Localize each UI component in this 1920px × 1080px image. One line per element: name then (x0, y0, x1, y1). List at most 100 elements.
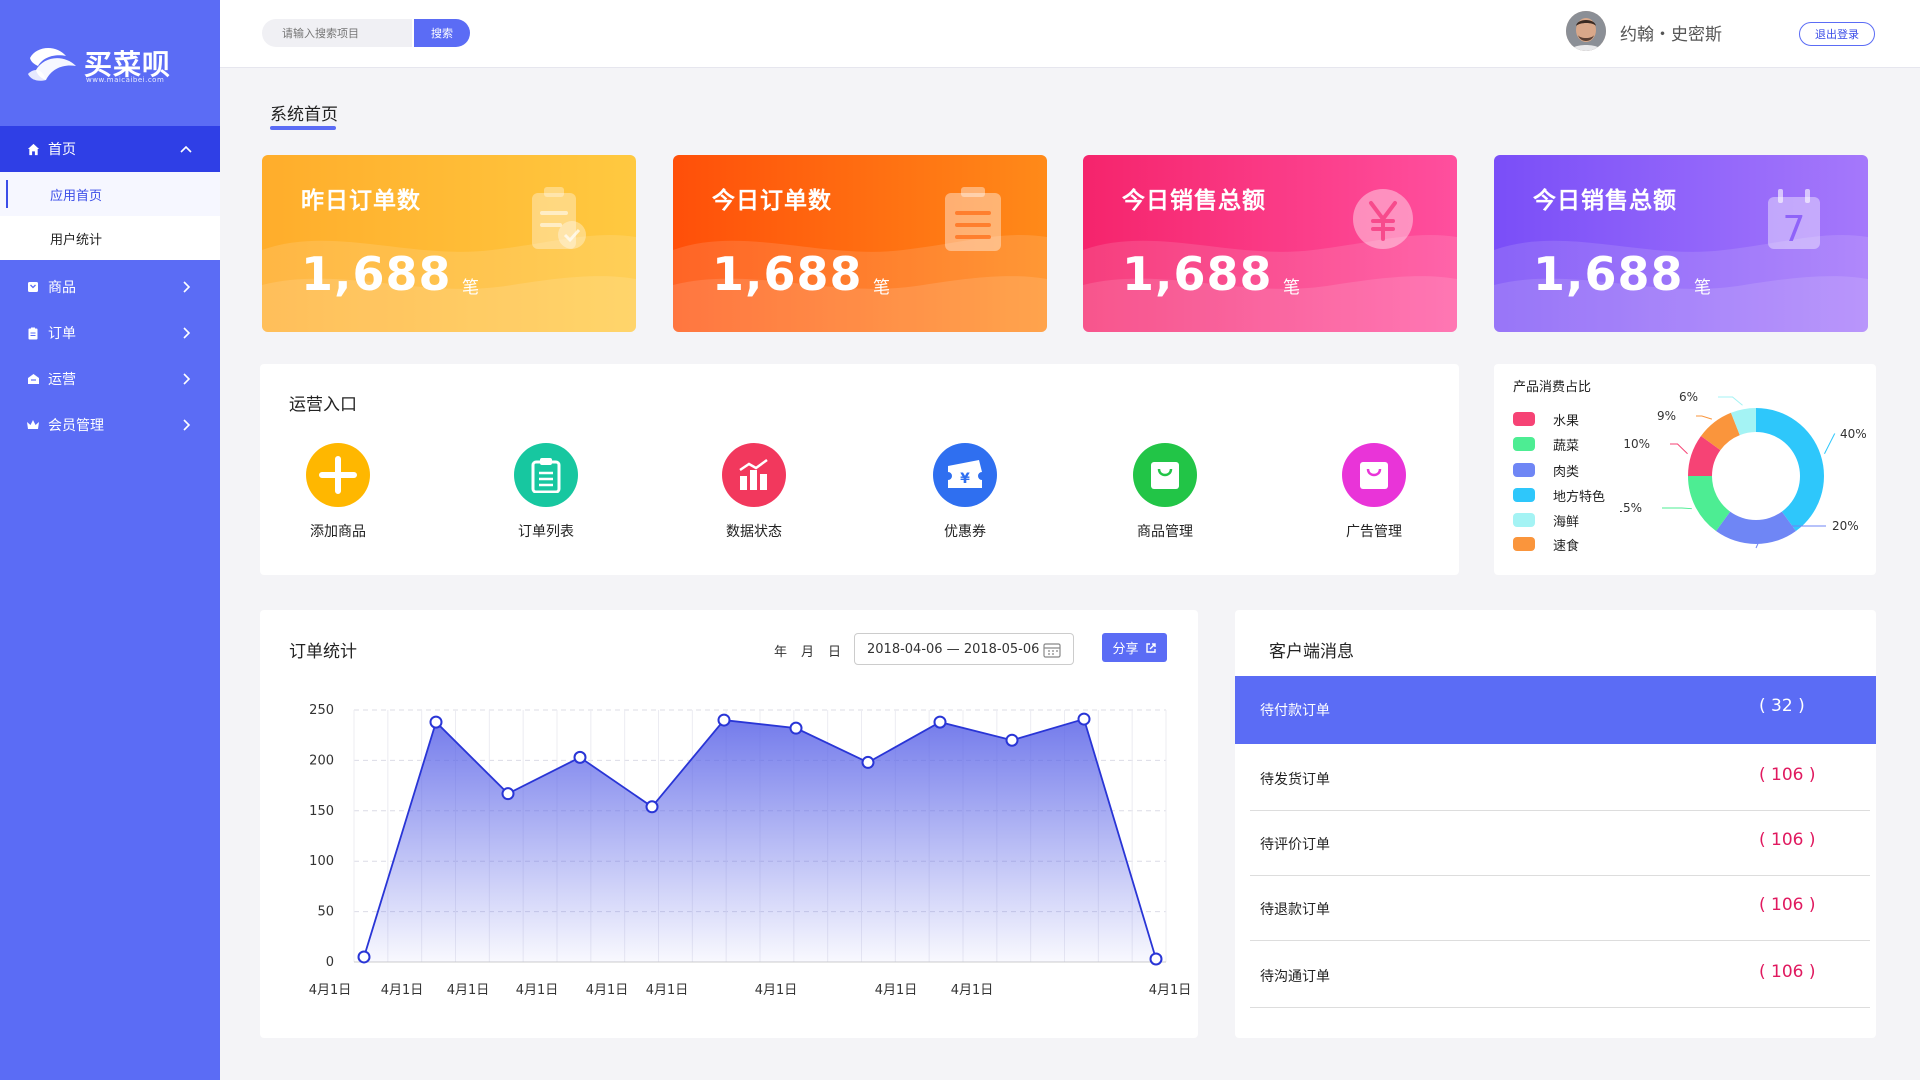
message-label: 待沟通订单 (1260, 969, 1330, 985)
sidebar-submenu: 应用首页 用户统计 (0, 172, 220, 260)
x-tick-label: 4月1日 (755, 983, 798, 998)
search-button[interactable]: 搜索 (414, 19, 470, 47)
sidebar-subitem-app-home[interactable]: 应用首页 (0, 172, 220, 216)
date-range-value: 2018-04-06 — 2018-05-06 (867, 641, 1040, 657)
sidebar-item-goods[interactable]: 商品 (0, 264, 220, 310)
yen-icon (1353, 189, 1413, 249)
stat-title: 今日销售总额 (1533, 188, 1677, 214)
message-label: 待退款订单 (1260, 902, 1330, 918)
legend-item: 速食 (1513, 536, 1579, 554)
calendar-icon (1043, 643, 1061, 658)
x-tick-label: 4月1日 (646, 983, 689, 998)
message-row-pending-payment[interactable]: 待付款订单 ( 32 ) (1235, 676, 1876, 744)
sidebar-item-label: 首页 (48, 142, 76, 158)
leaf-logo-icon (28, 47, 76, 81)
legend-item: 海鲜 (1513, 512, 1579, 530)
x-tick-label: 4月1日 (875, 983, 918, 998)
entry-add-goods[interactable]: 添加商品 (283, 443, 393, 543)
donut-percent-label: 40% (1840, 427, 1867, 441)
entry-coupons[interactable]: ¥ 优惠券 (910, 443, 1020, 543)
tab-month[interactable]: 月 (801, 641, 814, 660)
stat-value: 1,688 (1122, 247, 1273, 301)
order-icon (26, 326, 40, 340)
chevron-right-icon (183, 419, 191, 431)
donut-leader-line (1696, 415, 1713, 420)
donut-leader-line (1824, 433, 1836, 454)
page-title: 系统首页 (270, 105, 338, 125)
bag-icon (1342, 443, 1406, 507)
stat-title: 昨日订单数 (301, 188, 421, 214)
y-tick-label: 100 (309, 854, 334, 869)
entry-data-status[interactable]: 数据状态 (699, 443, 809, 543)
date-range-picker[interactable]: 2018-04-06 — 2018-05-06 (854, 633, 1074, 665)
donut-leader-line (1662, 507, 1692, 510)
data-point (501, 787, 515, 801)
legend-swatch (1513, 463, 1535, 477)
sidebar-item-label: 商品 (48, 280, 76, 296)
order-stats-title: 订单统计 (289, 642, 357, 662)
bar-chart-icon (722, 443, 786, 507)
bag-icon (1133, 443, 1197, 507)
legend-swatch (1513, 488, 1535, 502)
donut-leader-line (1718, 396, 1743, 406)
x-tick-label: 4月1日 (586, 983, 629, 998)
message-count: ( 106 ) (1759, 962, 1816, 982)
stat-value: 1,688 (712, 247, 863, 301)
entry-ad-management[interactable]: 广告管理 (1319, 443, 1429, 543)
entry-label: 订单列表 (518, 524, 574, 540)
message-label: 待付款订单 (1260, 703, 1330, 719)
entry-goods-management[interactable]: 商品管理 (1110, 443, 1220, 543)
logout-button[interactable]: 退出登录 (1799, 22, 1875, 46)
operations-panel (260, 364, 1459, 575)
stat-unit: 笔 (1694, 278, 1711, 298)
legend-item: 地方特色 (1513, 487, 1605, 505)
sidebar-item-home[interactable]: 首页 (0, 126, 220, 172)
x-tick-label: 4月1日 (309, 983, 352, 998)
message-row-pending-shipment[interactable]: 待发货订单 ( 106 ) (1235, 745, 1876, 811)
stat-card-today-sales-2[interactable]: 今日销售总额 1,688 笔 7 (1494, 155, 1868, 332)
message-row-pending-communication[interactable]: 待沟通订单 ( 106 ) (1235, 942, 1876, 1008)
entry-order-list[interactable]: 订单列表 (491, 443, 601, 543)
sidebar: 买菜呗 www.maicaibei.com 首页 应用首页 用户统计 商品 订单 (0, 0, 220, 1080)
tab-day[interactable]: 日 (828, 641, 841, 660)
entry-label: 优惠券 (944, 524, 986, 540)
brand-url: www.maicaibei.com (86, 76, 165, 84)
search-input[interactable] (262, 19, 412, 47)
area-fill (364, 719, 1156, 962)
stat-unit: 笔 (1283, 278, 1300, 298)
stat-card-today-sales[interactable]: 今日销售总额 1,688 笔 (1083, 155, 1457, 332)
sidebar-item-operations[interactable]: 运营 (0, 356, 220, 402)
crown-icon (26, 418, 40, 432)
messages-title: 客户端消息 (1269, 642, 1354, 662)
message-row-pending-review[interactable]: 待评价订单 ( 106 ) (1235, 810, 1876, 876)
tab-year[interactable]: 年 (774, 641, 787, 660)
sidebar-item-members[interactable]: 会员管理 (0, 402, 220, 448)
share-button[interactable]: 分享 (1102, 633, 1167, 662)
divider (1250, 1007, 1870, 1008)
sidebar-subitem-user-stats[interactable]: 用户统计 (0, 216, 220, 260)
y-tick-label: 250 (309, 703, 334, 718)
data-point (1077, 712, 1091, 726)
entry-label: 商品管理 (1137, 524, 1193, 540)
avatar[interactable] (1566, 11, 1606, 51)
plus-icon (306, 443, 370, 507)
legend-item: 肉类 (1513, 462, 1579, 480)
home-icon (26, 142, 40, 156)
entry-label: 添加商品 (310, 524, 366, 540)
chevron-right-icon (183, 281, 191, 293)
data-point (933, 715, 947, 729)
stat-card-yesterday-orders[interactable]: 昨日订单数 1,688 笔 (262, 155, 636, 332)
top-bar: 搜索 约翰・史密斯 退出登录 (220, 0, 1920, 68)
stat-card-today-orders[interactable]: 今日订单数 1,688 笔 (673, 155, 1047, 332)
clipboard-check-icon (532, 187, 586, 249)
data-point (717, 713, 731, 727)
brand-logo[interactable]: 买菜呗 www.maicaibei.com (26, 40, 171, 90)
y-tick-label: 150 (309, 804, 334, 819)
username[interactable]: 约翰・史密斯 (1620, 20, 1722, 45)
stat-unit: 笔 (462, 278, 479, 298)
legend-swatch (1513, 537, 1535, 551)
sidebar-item-orders[interactable]: 订单 (0, 310, 220, 356)
donut-percent-label: 10% (1623, 437, 1650, 451)
message-row-pending-refund[interactable]: 待退款订单 ( 106 ) (1235, 875, 1876, 941)
donut-slice (1756, 408, 1824, 532)
